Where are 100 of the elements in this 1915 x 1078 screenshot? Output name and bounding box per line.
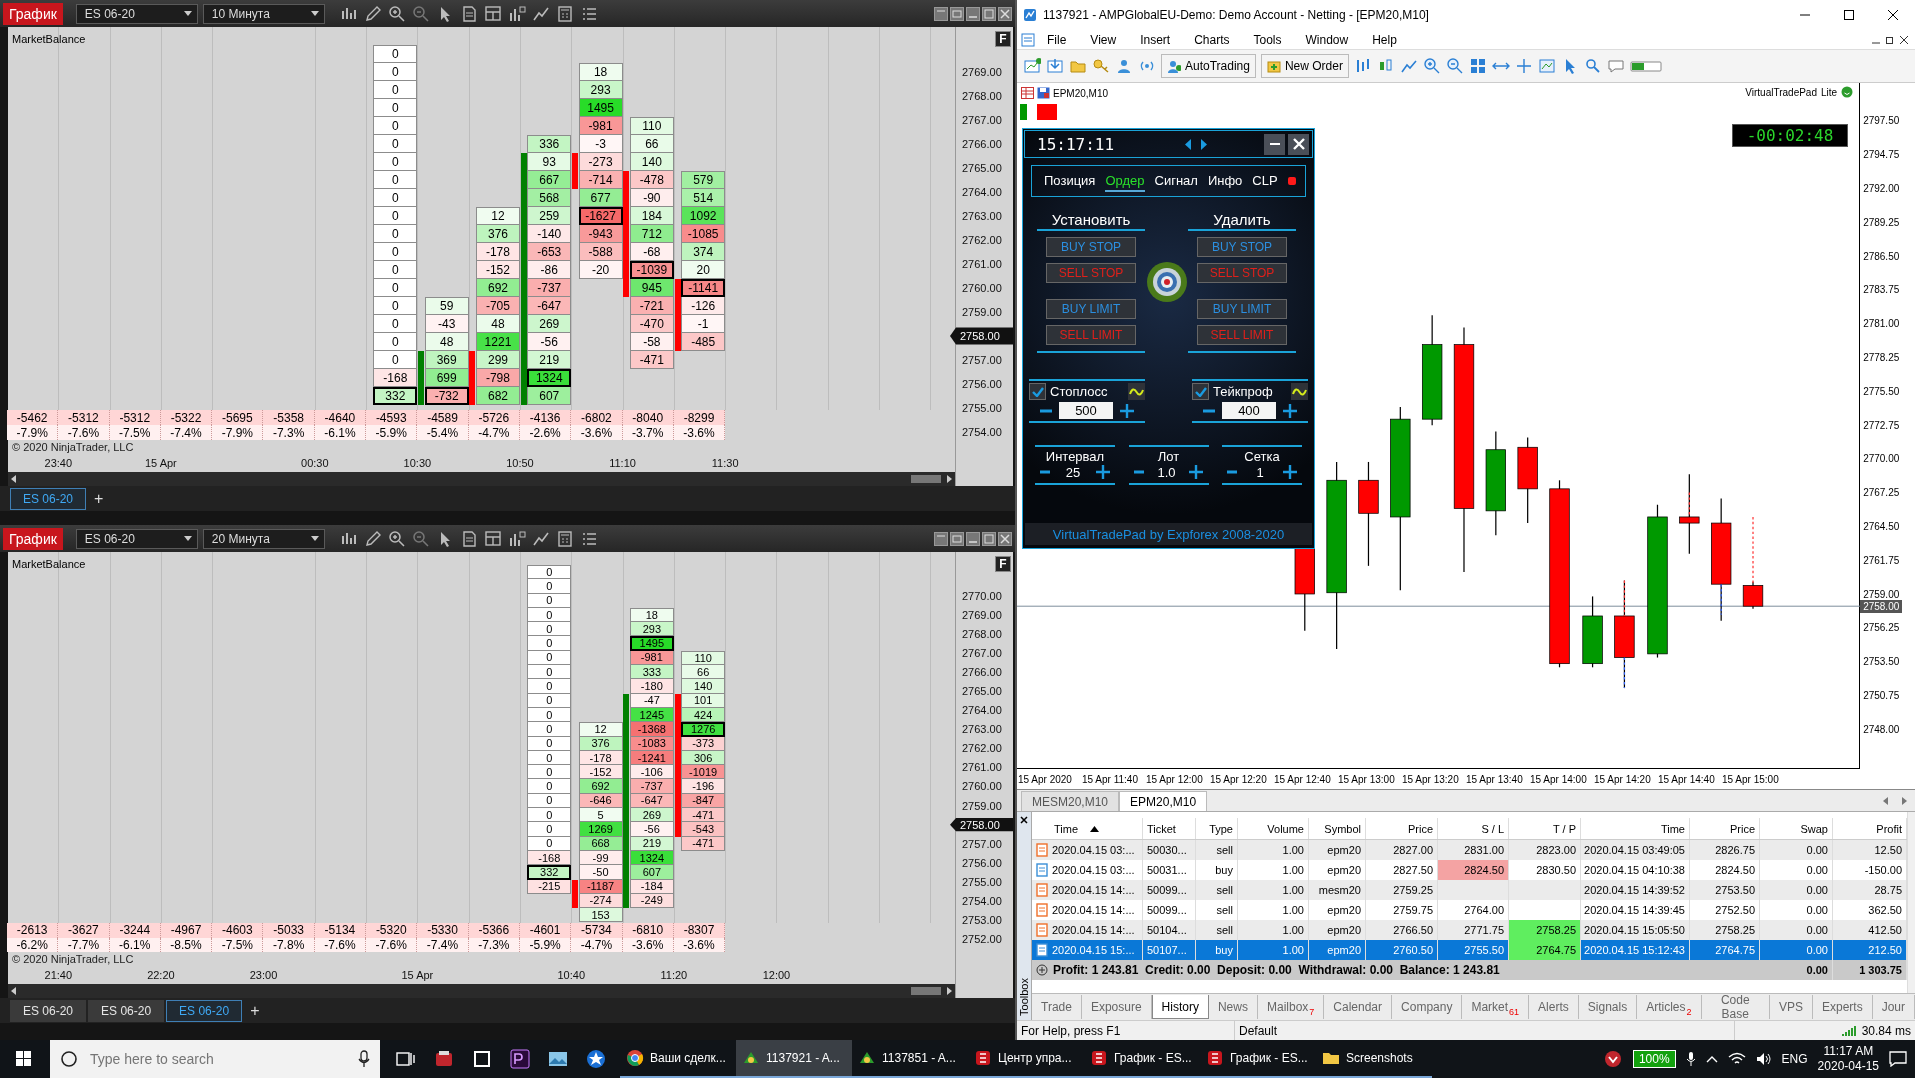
bar-properties-icon[interactable] (507, 529, 526, 548)
instrument-dropdown[interactable]: ES 06-20 (75, 528, 198, 549)
toolbox-tab[interactable]: Experts (1812, 995, 1873, 1019)
right-arrow-icon[interactable] (945, 986, 953, 997)
chevron-up-icon[interactable] (1705, 1055, 1718, 1063)
zoom-in-icon[interactable] (1422, 57, 1441, 75)
taskbar-app[interactable]: График - ES... (1200, 1040, 1316, 1078)
split-panel-icon[interactable] (483, 4, 502, 23)
checkbox[interactable] (1192, 383, 1209, 400)
panel-tab[interactable]: Позиция (1044, 170, 1096, 192)
menu-item[interactable]: Help (1360, 32, 1409, 47)
left-arrow-icon[interactable] (10, 986, 18, 997)
toolbox-tab[interactable]: VPS (1769, 995, 1813, 1019)
wave-icon[interactable] (1291, 383, 1308, 400)
column-header[interactable]: Type (1196, 818, 1238, 839)
add-tab-button[interactable]: + (88, 489, 110, 508)
scroll-thumb[interactable] (911, 987, 941, 996)
chart-tab[interactable]: ES 06-20 (88, 999, 165, 1022)
toolbox-tab[interactable]: Alerts (1529, 995, 1579, 1019)
expand-icon[interactable] (1036, 964, 1048, 976)
toolbar-button[interactable]: AutoTrading (1161, 54, 1256, 78)
add-tab-button[interactable]: + (244, 1001, 266, 1020)
tile-icon[interactable] (934, 531, 948, 546)
toolbox-tab[interactable]: Signals (1578, 995, 1638, 1019)
search-icon[interactable] (1583, 57, 1602, 75)
interval-dropdown[interactable]: 20 Минута (202, 528, 325, 549)
shield-app-icon[interactable] (1602, 1049, 1623, 1069)
target-icon[interactable] (1145, 261, 1188, 303)
split-panel-icon[interactable] (483, 529, 502, 548)
checkbox[interactable] (1029, 383, 1046, 400)
plus-icon[interactable] (1119, 402, 1135, 419)
table-row[interactable]: 2020.04.15 03:... 50030... sell 1.00 epm20 2827.00 2831.00 2823.00 2020.04.15 03:49:05 2826.75 0.00 12.50 (1032, 840, 1907, 860)
order-button[interactable]: BUY STOP (1197, 237, 1287, 257)
maximize-icon[interactable] (1843, 9, 1855, 21)
minimize-icon[interactable] (966, 531, 980, 546)
left-arrow-icon[interactable] (10, 474, 18, 485)
panel-button[interactable]: F (995, 556, 1011, 572)
order-button[interactable]: BUY LIMIT (1046, 299, 1136, 319)
menu-item[interactable]: File (1035, 32, 1079, 47)
template-icon[interactable] (1537, 57, 1556, 75)
clock-time[interactable]: 11:17 AM (1823, 1044, 1874, 1059)
table-row[interactable]: 2020.04.15 14:... 50099... sell 1.00 mesm20 2759.25 2020.04.15 14:39:52 2753.50 0.00 28.75 (1032, 880, 1907, 900)
minimize-button[interactable] (1264, 133, 1285, 155)
close-button[interactable] (1288, 133, 1309, 155)
zoom-out-icon[interactable] (1445, 57, 1464, 75)
language-indicator[interactable]: ENG (1781, 1052, 1808, 1066)
case-app-icon[interactable] (434, 1049, 454, 1069)
taskbar-app[interactable]: Центр упра... (968, 1040, 1084, 1078)
menu-item[interactable]: Insert (1128, 32, 1183, 47)
chart-tab[interactable]: EPM20,M10 (1119, 791, 1208, 811)
microphone-icon[interactable] (1685, 1051, 1696, 1067)
panel-button[interactable]: F (995, 31, 1011, 47)
key-icon[interactable] (1092, 57, 1110, 75)
zoom-out-icon[interactable] (411, 4, 430, 23)
video-editor-icon[interactable] (510, 1049, 530, 1069)
menu-item[interactable]: View (1078, 32, 1129, 47)
column-header[interactable]: Swap (1760, 818, 1833, 839)
plus-icon[interactable] (1188, 464, 1205, 480)
column-header[interactable]: Time (1032, 818, 1143, 839)
menu-item[interactable]: Window (1293, 32, 1361, 47)
close-icon[interactable] (1899, 34, 1909, 45)
toolbox-tab[interactable]: Trade (1032, 995, 1082, 1019)
add-chart-icon[interactable] (1023, 57, 1041, 75)
pencil-icon[interactable] (363, 529, 382, 548)
restore-icon[interactable] (1885, 34, 1895, 45)
column-header[interactable]: Price (1690, 818, 1760, 839)
zoom-in-icon[interactable] (387, 4, 406, 23)
close-icon[interactable] (998, 6, 1012, 21)
scrollbar[interactable] (8, 984, 955, 998)
taskbar-app[interactable]: График - ES... (1084, 1040, 1200, 1078)
toolbox-tab[interactable]: History (1151, 995, 1209, 1019)
plus-icon[interactable] (1282, 402, 1298, 419)
volume-icon[interactable] (1755, 1052, 1772, 1066)
value-field[interactable]: 500 (1059, 402, 1113, 419)
toolbox-tab[interactable]: Code Base (1701, 995, 1770, 1019)
taskbar-app[interactable]: Screenshots (1316, 1040, 1432, 1078)
panel-tab[interactable]: Сигнал (1154, 170, 1198, 192)
picture-app-icon[interactable] (548, 1049, 568, 1069)
taskbar-app[interactable]: 1137851 - A... (852, 1040, 968, 1078)
plus-icon[interactable] (1095, 464, 1111, 480)
column-header[interactable]: Ticket (1143, 818, 1196, 839)
left-arrow-icon[interactable] (1185, 138, 1192, 150)
restore-icon[interactable] (950, 6, 964, 21)
zoom-out-icon[interactable] (411, 529, 430, 548)
toolbox-tab[interactable]: News (1208, 995, 1258, 1019)
close-icon[interactable] (1887, 9, 1899, 21)
column-header[interactable]: Price (1366, 818, 1438, 839)
taskbar-app[interactable]: 1137921 - A... (736, 1040, 852, 1078)
chart-tab[interactable]: ES 06-20 (166, 999, 243, 1022)
square-app-icon[interactable] (472, 1049, 492, 1069)
star-app-icon[interactable] (586, 1049, 606, 1069)
order-button[interactable]: BUY STOP (1046, 237, 1136, 257)
restore-icon[interactable] (950, 531, 964, 546)
scrollbar[interactable] (8, 472, 955, 486)
column-header[interactable]: T / P (1509, 818, 1581, 839)
column-header[interactable]: Symbol (1309, 818, 1366, 839)
bar-properties-icon[interactable] (507, 4, 526, 23)
toolbox-tab[interactable]: Company (1392, 995, 1463, 1019)
instrument-dropdown[interactable]: ES 06-20 (75, 3, 198, 24)
column-header[interactable]: S / L (1438, 818, 1509, 839)
